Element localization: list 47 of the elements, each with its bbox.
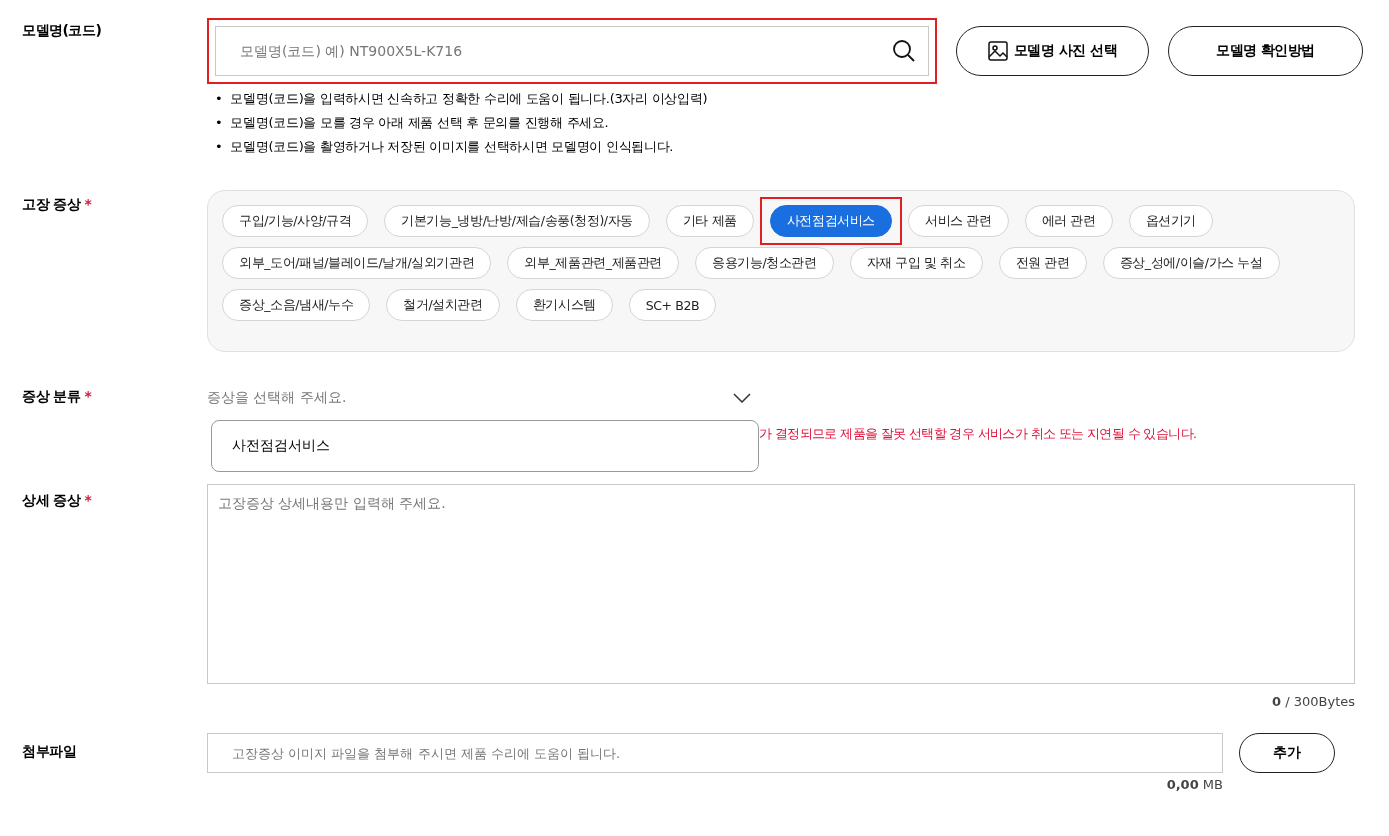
symptom-select[interactable]: 증상을 선택해 주세요. bbox=[207, 384, 755, 412]
byte-counter: 0 / 300Bytes bbox=[1272, 694, 1355, 709]
required-mark: * bbox=[84, 196, 92, 212]
symptom-chip[interactable]: 철거/설치관련 bbox=[386, 289, 500, 321]
symptom-chip[interactable]: 에러 관련 bbox=[1024, 205, 1113, 237]
symptom-chip[interactable]: 전원 관련 bbox=[998, 247, 1087, 279]
symptom-chip[interactable]: 외부_도어/패널/블레이드/날개/실외기관련 bbox=[222, 247, 492, 279]
symptom-chip[interactable]: 외부_제품관련_제품관련 bbox=[507, 247, 679, 279]
search-icon bbox=[892, 39, 916, 63]
field-label: 상세 증상 bbox=[22, 492, 81, 508]
symptom-chip[interactable]: 기본기능_냉방/난방/제습/송풍(청정)/자동 bbox=[384, 205, 650, 237]
attachment-input[interactable]: 고장증상 이미지 파일을 첨부해 주시면 제품 수리에 도움이 됩니다. bbox=[230, 744, 1210, 762]
note-text: 모델명(코드)을 촬영하거나 저장된 이미지를 선택하시면 모델명이 인식됩니다. bbox=[230, 138, 674, 156]
field-label: 첨부파일 bbox=[22, 743, 76, 759]
attachment-field[interactable]: 고장증상 이미지 파일을 첨부해 주시면 제품 수리에 도움이 됩니다. bbox=[207, 733, 1223, 773]
required-mark: * bbox=[84, 492, 92, 508]
symptom-chip[interactable]: SC+ B2B bbox=[628, 289, 717, 321]
chevron-down-icon bbox=[733, 392, 751, 403]
symptom-chip[interactable]: 서비스 관련 bbox=[908, 205, 1009, 237]
symptom-chip[interactable]: 응용기능/청소관련 bbox=[695, 247, 834, 279]
image-icon bbox=[987, 41, 1008, 61]
symptom-chip[interactable]: 기타 제품 bbox=[665, 205, 754, 237]
field-label: 증상 분류 bbox=[22, 388, 81, 404]
detail-textarea[interactable]: 고장증상 상세내용만 입력해 주세요. bbox=[207, 484, 1355, 684]
add-button[interactable]: 추가 bbox=[1239, 733, 1335, 773]
file-size-text: 0,00 MB bbox=[1166, 777, 1223, 792]
photo-select-button[interactable]: 모델명 사진 선택 bbox=[956, 26, 1149, 76]
model-search-field[interactable]: 모델명(코드) 예) NT900X5L-K716 bbox=[215, 26, 929, 76]
required-mark: * bbox=[84, 388, 92, 404]
note-text: 모델명(코드)을 입력하시면 신속하고 정확한 수리에 도움이 됩니다.(3자리 이상입력) bbox=[230, 90, 708, 108]
field-label: 모델명(코드) bbox=[22, 22, 102, 38]
model-input[interactable]: 모델명(코드) 예) NT900X5L-K716 bbox=[238, 42, 892, 60]
symptom-chip[interactable]: 증상_소음/냄새/누수 bbox=[222, 289, 371, 321]
bullet: • bbox=[215, 138, 223, 156]
warning-text: 가 결정되므로 제품을 잘못 선택할 경우 서비스가 취소 또는 지연될 수 있습니다. bbox=[759, 426, 1197, 443]
symptom-chip[interactable]: 구입/기능/사양/규격 bbox=[222, 205, 369, 237]
symptom-chip[interactable]: 옵션기기 bbox=[1128, 205, 1214, 237]
field-label: 고장 증상 bbox=[22, 196, 81, 212]
note-text: 모델명(코드)을 모를 경우 아래 제품 선택 후 문의를 진행해 주세요. bbox=[230, 114, 609, 132]
symptom-chip[interactable]: 사전점검서비스 bbox=[769, 205, 893, 237]
model-help-button[interactable]: 모델명 확인방법 bbox=[1168, 26, 1363, 76]
symptom-chip[interactable]: 증상_성에/이슬/가스 누설 bbox=[1102, 247, 1280, 279]
symptom-chip[interactable]: 자재 구입 및 취소 bbox=[849, 247, 983, 279]
bullet: • bbox=[215, 90, 223, 108]
bullet: • bbox=[215, 114, 223, 132]
symptom-chip[interactable]: 환기시스템 bbox=[515, 289, 613, 321]
dropdown-option[interactable]: 사전점검서비스 bbox=[212, 421, 758, 471]
